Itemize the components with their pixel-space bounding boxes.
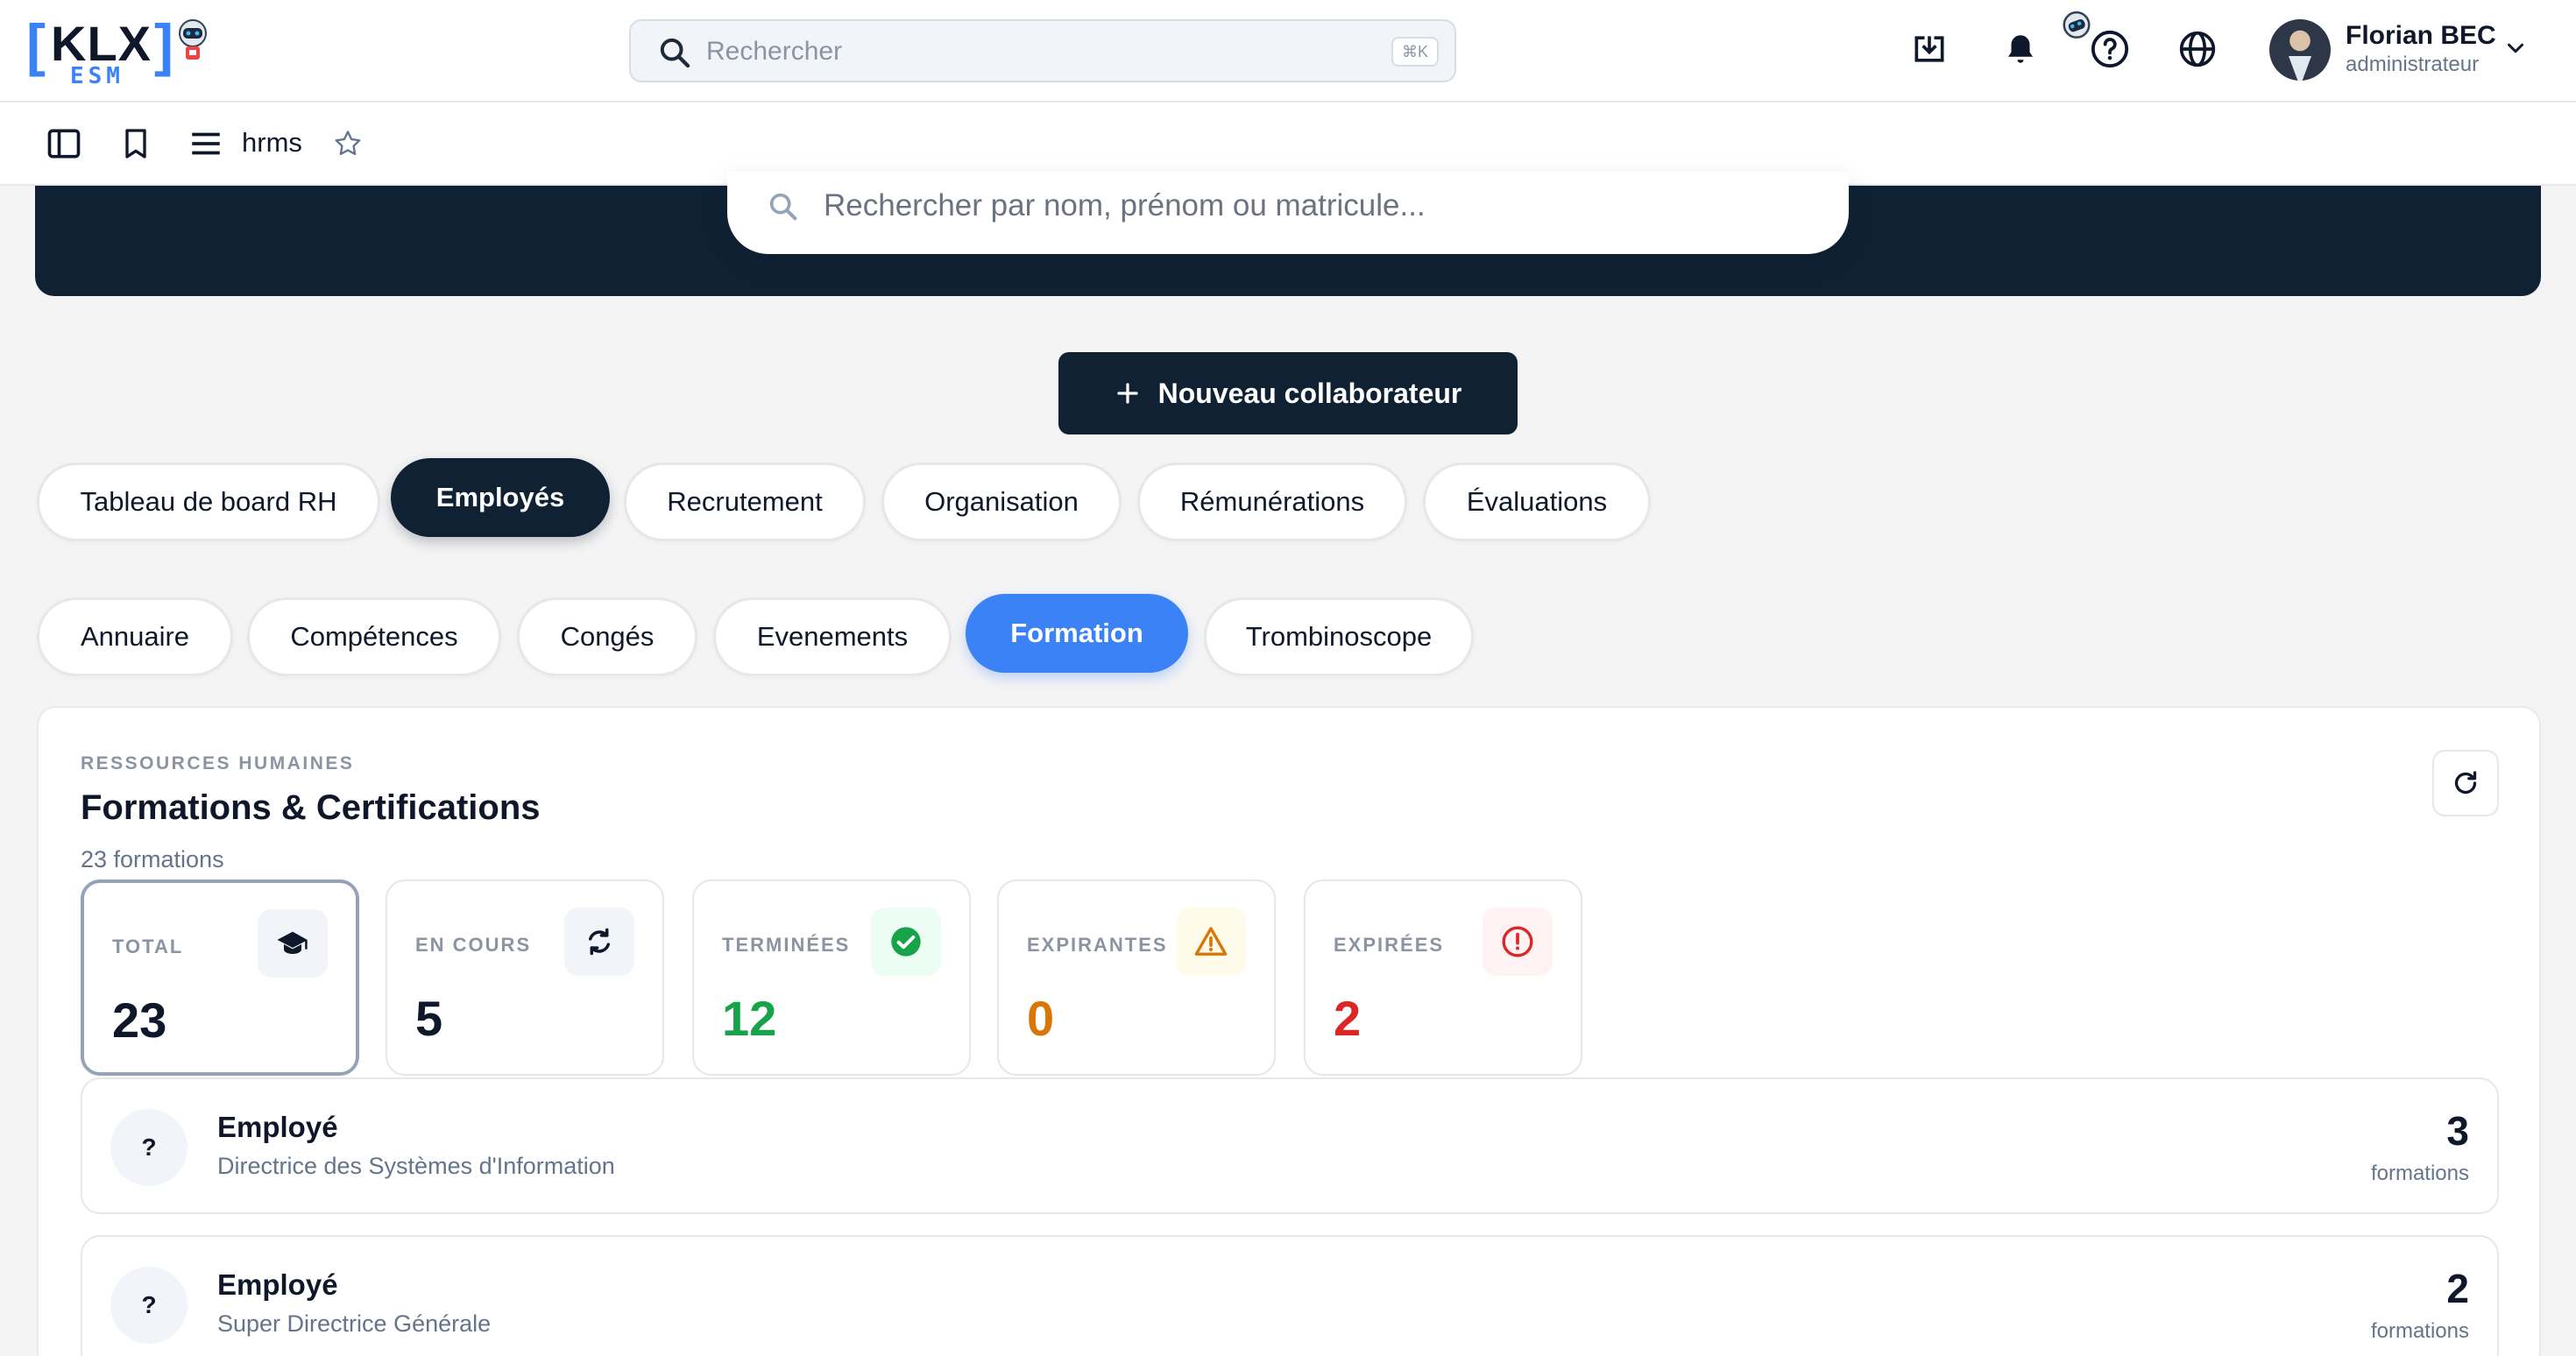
stat-label: TOTAL	[112, 936, 184, 957]
refresh-icon	[2454, 771, 2477, 795]
logo-bracket-right: ]	[154, 12, 173, 77]
tab-remunerations[interactable]: Rémunérations	[1137, 463, 1407, 541]
subtab-annuaire[interactable]: Annuaire	[37, 597, 233, 676]
subtab-formation[interactable]: Formation	[966, 594, 1188, 673]
download-icon	[1914, 36, 1944, 62]
sidebar-toggle-icon	[47, 129, 81, 159]
logo-sub: ESM	[70, 63, 124, 89]
stat-icon-box	[871, 908, 941, 976]
page-title: Formations & Certifications	[81, 788, 541, 827]
list-item[interactable]: ? Employé Directrice des Systèmes d'Info…	[81, 1077, 2499, 1214]
tab-evaluations[interactable]: Évaluations	[1423, 463, 1651, 541]
employee-name: Employé	[217, 1268, 338, 1301]
formations-count-value: 3	[2446, 1108, 2469, 1154]
subtab-competences[interactable]: Compétences	[247, 597, 501, 676]
employee-name: Employé	[217, 1111, 338, 1143]
refresh-button[interactable]	[2432, 750, 2499, 816]
section-eyebrow: RESSOURCES HUMAINES	[81, 753, 355, 773]
formations-count-label: formations	[2370, 1162, 2469, 1185]
avatar: ?	[110, 1109, 188, 1186]
formations-count-value: 2	[2446, 1266, 2469, 1311]
stat-value: 2	[1334, 991, 1362, 1046]
user-name[interactable]: Florian BEC	[2346, 21, 2496, 51]
stat-label: EXPIRANTES	[1027, 934, 1168, 956]
help-icon	[2091, 30, 2129, 68]
stat-terminees[interactable]: TERMINÉES 12	[692, 879, 971, 1076]
employee-search-bar[interactable]	[727, 172, 1849, 254]
subtab-conges[interactable]: Congés	[517, 597, 697, 676]
help-button[interactable]	[2087, 26, 2133, 72]
graduation-cap-icon	[277, 931, 308, 954]
stat-value: 5	[415, 991, 443, 1046]
top-header: [ KLX ] ESM ⌘K Florian BEC administrateu…	[0, 0, 2576, 102]
stat-en-cours[interactable]: EN COURS 5	[386, 879, 664, 1076]
tab-employes[interactable]: Employés	[391, 458, 610, 537]
sidebar-toggle-button[interactable]	[42, 122, 86, 166]
refresh-cycle-icon	[588, 928, 611, 956]
employee-position: Super Directrice Générale	[217, 1310, 492, 1337]
stat-icon-box	[1176, 908, 1246, 976]
formations-count-label: formations	[2370, 1319, 2469, 1343]
notifications-button[interactable]	[1998, 26, 2043, 72]
employee-position: Directrice des Systèmes d'Information	[217, 1153, 615, 1179]
bookmark-button[interactable]	[114, 122, 158, 166]
formations-card: RESSOURCES HUMAINES Formations & Certifi…	[37, 706, 2541, 1356]
formations-count: 23 formations	[81, 846, 224, 872]
download-button[interactable]	[1907, 26, 1952, 72]
star-icon	[335, 131, 361, 156]
search-icon	[660, 38, 690, 68]
stat-expirees[interactable]: EXPIRÉES 2	[1304, 879, 1582, 1076]
stat-label: EN COURS	[415, 934, 532, 956]
user-avatar[interactable]	[2269, 19, 2331, 81]
alert-circle-icon	[1502, 926, 1533, 957]
stat-icon-box	[564, 908, 634, 976]
list-item[interactable]: ? Employé Super Directrice Générale 2 fo…	[81, 1235, 2499, 1356]
tab-organisation[interactable]: Organisation	[881, 463, 1122, 541]
favorite-button[interactable]	[326, 122, 370, 166]
shortcut-badge: ⌘K	[1391, 37, 1439, 67]
warning-icon	[1194, 927, 1228, 956]
stat-total[interactable]: TOTAL 23	[81, 879, 359, 1076]
tab-recrutement[interactable]: Recrutement	[624, 463, 866, 541]
klx-esm-logo[interactable]: [ KLX ] ESM	[26, 12, 210, 89]
employee-search-input[interactable]	[824, 184, 1787, 228]
globe-icon	[2179, 31, 2216, 67]
search-icon	[769, 193, 797, 221]
subtab-evenements[interactable]: Evenements	[713, 597, 952, 676]
stat-icon-box	[1483, 908, 1553, 976]
robot-mascot-icon	[179, 19, 207, 60]
bell-icon	[2008, 35, 2033, 63]
stat-value: 12	[722, 991, 777, 1046]
global-search-input[interactable]	[706, 33, 1320, 70]
menu-icon	[192, 132, 220, 155]
stat-label: EXPIRÉES	[1334, 934, 1445, 956]
stat-label: TERMINÉES	[722, 934, 851, 956]
new-collaborator-label: Nouveau collaborateur	[1157, 377, 1462, 409]
tab-dashboard-rh[interactable]: Tableau de board RH	[37, 463, 380, 541]
logo-bracket-left: [	[26, 12, 46, 77]
new-collaborator-button[interactable]: Nouveau collaborateur	[1058, 352, 1518, 434]
stat-expirantes[interactable]: EXPIRANTES 0	[997, 879, 1276, 1076]
avatar: ?	[110, 1267, 188, 1344]
stat-value: 23	[112, 992, 167, 1048]
bookmark-icon	[125, 129, 146, 159]
global-search-bar[interactable]: ⌘K	[629, 19, 1456, 82]
user-role: administrateur	[2346, 53, 2480, 76]
language-button[interactable]	[2175, 26, 2220, 72]
module-menu-button[interactable]	[184, 122, 228, 166]
stat-value: 0	[1027, 991, 1055, 1046]
subtab-trombinoscope[interactable]: Trombinoscope	[1204, 597, 1474, 676]
module-title[interactable]: hrms	[242, 127, 302, 159]
plus-icon	[1117, 383, 1138, 404]
check-circle-icon	[891, 927, 921, 957]
chevron-down-icon[interactable]	[2502, 35, 2529, 61]
stat-icon-box	[258, 909, 328, 978]
